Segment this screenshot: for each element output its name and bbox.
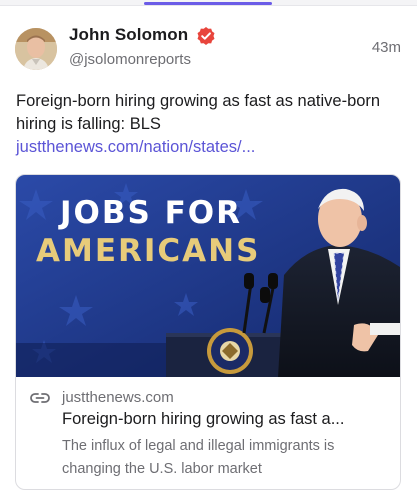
tab-indicator: [144, 2, 272, 5]
avatar[interactable]: [15, 28, 57, 70]
card-domain: justthenews.com: [62, 389, 174, 406]
verified-badge-icon: [197, 27, 215, 45]
post-timestamp: 43m: [371, 39, 401, 56]
card-description: The influx of legal and illegal immigran…: [62, 438, 335, 477]
card-image-headline-2: AMERICANS: [36, 233, 261, 269]
link-preview-card[interactable]: JOBS FOR AMERICANS justthenews.com Forei…: [15, 174, 401, 490]
card-body[interactable]: justthenews.com Foreign-born hiring grow…: [16, 377, 400, 489]
post-link[interactable]: justthenews.com/nation/states/...: [16, 136, 406, 159]
card-image[interactable]: JOBS FOR AMERICANS: [16, 175, 400, 377]
post[interactable]: John Solomon @jsolomonreports 43m Foreig…: [0, 6, 417, 500]
link-icon: [30, 393, 50, 403]
post-text: Foreign-born hiring growing as fast as n…: [16, 92, 381, 133]
author-name[interactable]: John Solomon: [69, 25, 188, 45]
card-title[interactable]: Foreign-born hiring growing as fast a...: [62, 410, 392, 429]
post-body: Foreign-born hiring growing as fast as n…: [16, 90, 406, 159]
author-handle[interactable]: @jsolomonreports: [69, 51, 191, 68]
card-image-headline-1: JOBS FOR: [60, 195, 243, 231]
